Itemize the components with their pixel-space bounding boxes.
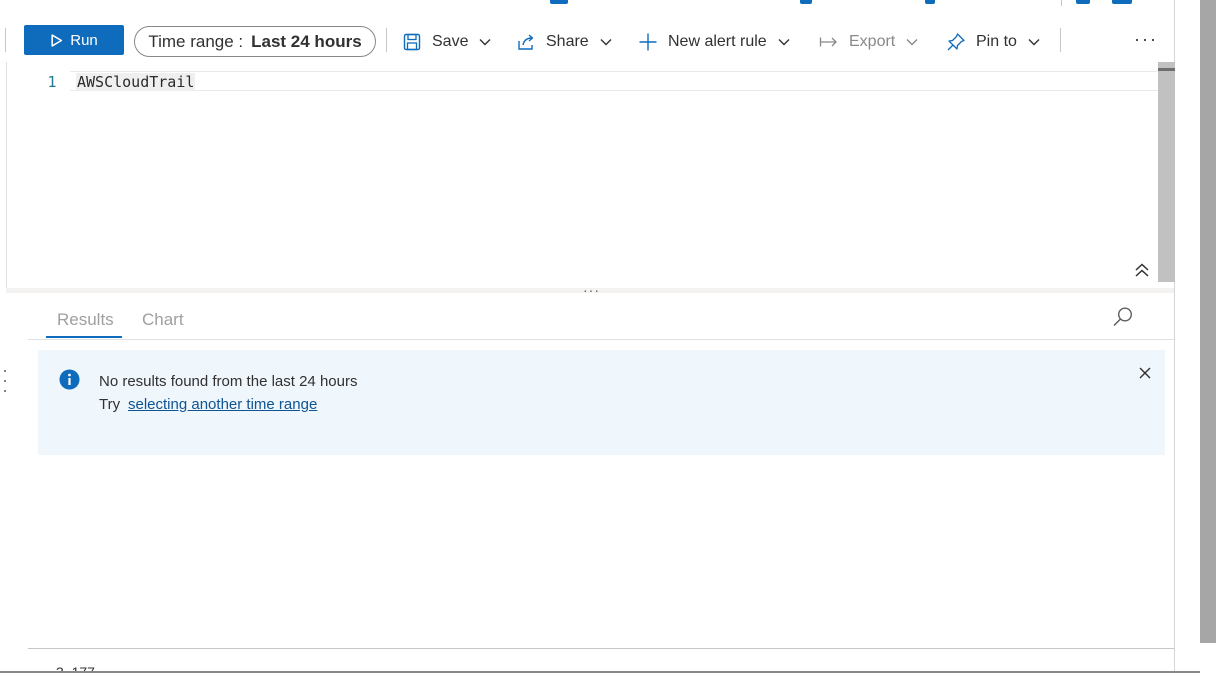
plus-icon — [638, 32, 658, 52]
export-button[interactable]: Export — [819, 27, 919, 57]
save-button[interactable]: Save — [402, 27, 492, 57]
query-toolbar: Run Time range : Last 24 hours Save Shar… — [0, 22, 1174, 62]
pin-to-label: Pin to — [976, 33, 1017, 50]
play-icon — [50, 33, 63, 47]
line-number: 1 — [47, 73, 57, 91]
search-icon — [1112, 306, 1134, 328]
top-separator — [1061, 0, 1062, 6]
run-button-label: Run — [70, 31, 98, 49]
chevron-down-icon — [777, 35, 791, 49]
time-range-label: Time range : — [148, 31, 244, 51]
double-chevron-up-icon — [1133, 262, 1151, 278]
select-time-range-link[interactable]: selecting another time range — [128, 396, 317, 413]
search-results-button[interactable] — [1112, 306, 1134, 328]
save-icon — [402, 32, 422, 52]
results-footer-divider — [28, 648, 1174, 649]
toolbar-separator — [5, 28, 6, 52]
banner-try-text: Try — [99, 396, 121, 413]
current-line-highlight-top — [70, 71, 1158, 72]
top-clipped-icon — [800, 0, 812, 4]
side-panel-grip[interactable] — [4, 370, 8, 392]
banner-close-button[interactable] — [1137, 365, 1153, 381]
new-alert-rule-label: New alert rule — [668, 33, 767, 50]
info-icon — [59, 369, 80, 390]
banner-message: No results found from the last 24 hours — [99, 373, 358, 390]
splitter-grip[interactable]: ··· — [583, 282, 600, 298]
query-text-line[interactable]: AWSCloudTrail — [76, 73, 196, 91]
time-range-picker[interactable]: Time range : Last 24 hours — [134, 26, 376, 57]
chevron-down-icon — [478, 35, 492, 49]
toolbar-separator — [1060, 28, 1061, 52]
active-tab-indicator — [46, 336, 122, 338]
top-clipped-icon — [925, 0, 935, 4]
query-editor[interactable] — [6, 62, 1158, 288]
new-alert-rule-button[interactable]: New alert rule — [638, 27, 791, 57]
editor-border — [6, 62, 7, 288]
chevron-down-icon — [1027, 35, 1041, 49]
page-scrollbar-thumb[interactable] — [1200, 0, 1216, 643]
export-arrow-icon — [819, 32, 839, 52]
current-line-highlight-bottom — [70, 90, 1158, 91]
share-button[interactable]: Share — [516, 27, 613, 57]
page-scrollbar[interactable] — [1200, 0, 1216, 673]
pin-icon — [946, 32, 966, 52]
save-label: Save — [432, 33, 469, 50]
tab-results[interactable]: Results — [57, 310, 114, 330]
chevron-down-icon — [599, 35, 613, 49]
tabs-divider — [28, 339, 1174, 340]
share-icon — [516, 32, 536, 52]
editor-scrollbar-thumb[interactable] — [1158, 68, 1175, 71]
share-label: Share — [546, 33, 589, 50]
chevron-down-icon — [905, 35, 919, 49]
top-clipped-icon — [550, 0, 568, 4]
toolbar-separator — [386, 28, 387, 52]
top-clipped-icon — [1112, 0, 1132, 4]
pin-to-button[interactable]: Pin to — [946, 27, 1041, 57]
close-icon — [1137, 365, 1153, 381]
time-range-value: Last 24 hours — [251, 31, 362, 51]
collapse-editor-button[interactable] — [1133, 262, 1151, 278]
run-button[interactable]: Run — [24, 25, 124, 55]
more-options-button[interactable]: ··· — [1134, 29, 1158, 50]
export-label: Export — [849, 33, 896, 50]
editor-scrollbar[interactable] — [1158, 62, 1175, 282]
tab-chart[interactable]: Chart — [142, 310, 184, 330]
top-clipped-icon — [1076, 0, 1090, 4]
